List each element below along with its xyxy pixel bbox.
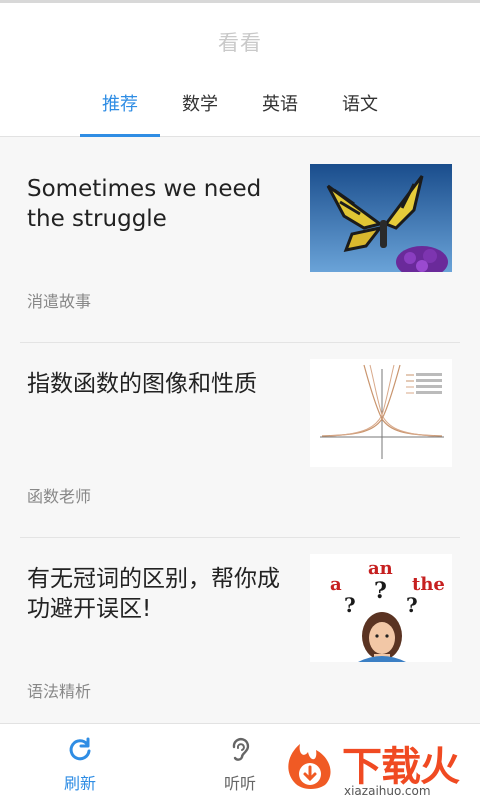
article-title: Sometimes we need the struggle [27,176,262,232]
tab-math[interactable]: 数学 [160,87,240,137]
flame-logo-icon [288,744,331,789]
nav-refresh[interactable]: 刷新 [30,724,130,800]
question-mark: ? [406,593,418,617]
active-tab-indicator [80,134,160,137]
tab-recommend[interactable]: 推荐 [80,87,160,137]
watermark-logo: 下载火 xiazaihuo.com [280,732,480,800]
grammar-thumbnail: a an the ? ? ? [310,554,452,662]
article-source: 函数老师 [27,487,92,506]
watermark-url: xiazaihuo.com [344,784,431,798]
article-title: 有无冠词的区别，帮你成功避开误区! [27,566,280,622]
article-card[interactable]: 指数函数的图像和性质 函数老师 [20,333,460,529]
page-title: 看看 [218,31,262,55]
butterfly-thumbnail [310,164,452,272]
article-word-a: a [330,574,342,595]
nav-listen[interactable]: 听听 [190,724,290,800]
article-feed[interactable]: Sometimes we need the struggle 消遣故事 指数函数… [0,138,480,723]
ear-icon [232,738,250,761]
question-mark: ? [344,593,356,617]
question-mark: ? [374,578,387,604]
function-graph-thumbnail [310,359,452,467]
app-header: 看看 推荐 数学 英语 语文 [0,3,480,137]
article-word-an: an [368,558,393,579]
refresh-icon [69,737,91,761]
article-source: 语法精析 [27,682,92,701]
nav-listen-label: 听听 [223,774,256,793]
article-word-the: the [412,574,445,595]
tab-chinese[interactable]: 语文 [320,87,400,137]
article-card[interactable]: 有无冠词的区别，帮你成功避开误区! 语法精析 a an the ? ? ? [20,528,460,723]
tab-english[interactable]: 英语 [240,87,320,137]
category-tabs: 推荐 数学 英语 语文 [0,87,480,137]
nav-refresh-label: 刷新 [63,774,96,793]
article-card[interactable]: Sometimes we need the struggle 消遣故事 [20,138,460,334]
article-title: 指数函数的图像和性质 [27,371,257,397]
article-source: 消遣故事 [27,292,92,311]
